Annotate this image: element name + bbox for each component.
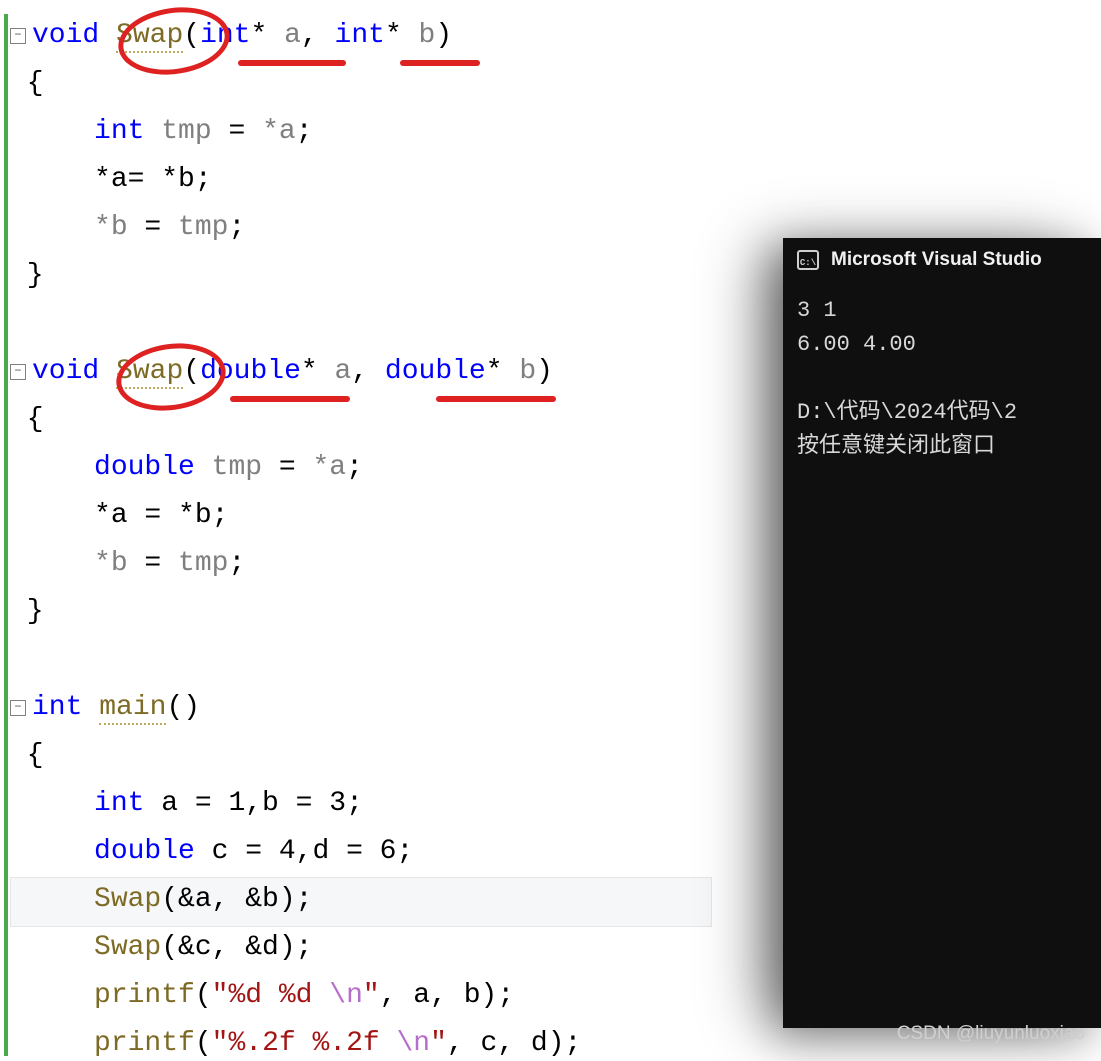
string-literal: "%.2f %.2f [212, 1028, 397, 1059]
func-name-swap-2: Swap [116, 356, 183, 389]
call-args: (&a, &b); [161, 884, 312, 915]
console-output: 3 1 6.00 4.00 D:\代码\2024代码\2 按任意键关闭此窗口 [783, 282, 1101, 476]
var-tmp: tmp [178, 212, 228, 243]
type-double: double [94, 836, 195, 867]
out-line-1: 3 1 [797, 298, 837, 323]
deref-b: *b [94, 548, 128, 579]
param-b: b [519, 356, 536, 387]
fold-toggle[interactable]: − [10, 700, 26, 716]
type-double: double [200, 356, 301, 387]
args: , c, d); [447, 1028, 581, 1059]
paren: ( [195, 980, 212, 1011]
debug-console-window[interactable]: Microsoft Visual Studio 3 1 6.00 4.00 D:… [783, 238, 1101, 1028]
out-line-3: D:\代码\2024代码\2 [797, 400, 1017, 425]
func-name-swap-1: Swap [116, 20, 183, 53]
stmt: *a = *b; [94, 500, 228, 531]
call-printf-1: printf [94, 980, 195, 1011]
type-int: int [94, 788, 144, 819]
deref-b: *b [94, 212, 128, 243]
var-tmp: tmp [178, 548, 228, 579]
out-line-4: 按任意键关闭此窗口 [797, 434, 995, 459]
type-int: int [200, 20, 250, 51]
param-a: a [335, 356, 352, 387]
var-tmp: tmp [212, 452, 262, 483]
escape-seq: \n [329, 980, 363, 1011]
deref-a: *a [313, 452, 347, 483]
fold-toggle[interactable]: − [10, 364, 26, 380]
stmt: *a= *b; [94, 164, 212, 195]
param-a: a [284, 20, 301, 51]
type-int: int [335, 20, 385, 51]
call-args: (&c, &d); [161, 932, 312, 963]
func-name-main: main [99, 692, 166, 725]
string-literal: "%d %d [212, 980, 330, 1011]
call-swap-2: Swap [94, 932, 161, 963]
type-double: double [385, 356, 486, 387]
fold-toggle[interactable]: − [10, 28, 26, 44]
keyword-void: void [32, 356, 99, 387]
console-icon [797, 250, 819, 270]
string-literal: " [430, 1028, 447, 1059]
type-int: int [94, 116, 144, 147]
var-tmp: tmp [161, 116, 211, 147]
keyword-int: int [32, 692, 82, 723]
decl-dbl-vars: c = 4,d = 6; [195, 836, 413, 867]
decl-int-vars: a = 1,b = 3; [144, 788, 362, 819]
type-double: double [94, 452, 195, 483]
keyword-void: void [32, 20, 99, 51]
escape-seq: \n [397, 1028, 431, 1059]
call-printf-2: printf [94, 1028, 195, 1059]
watermark: CSDN @liuyunluoxiao [897, 1023, 1085, 1045]
console-titlebar[interactable]: Microsoft Visual Studio [783, 238, 1101, 282]
out-line-2: 6.00 4.00 [797, 332, 916, 357]
args: , a, b); [380, 980, 514, 1011]
paren: ( [195, 1028, 212, 1059]
deref-a: *a [262, 116, 296, 147]
call-swap-1: Swap [94, 884, 161, 915]
console-title: Microsoft Visual Studio [831, 249, 1042, 271]
string-literal: " [363, 980, 380, 1011]
param-b: b [419, 20, 436, 51]
